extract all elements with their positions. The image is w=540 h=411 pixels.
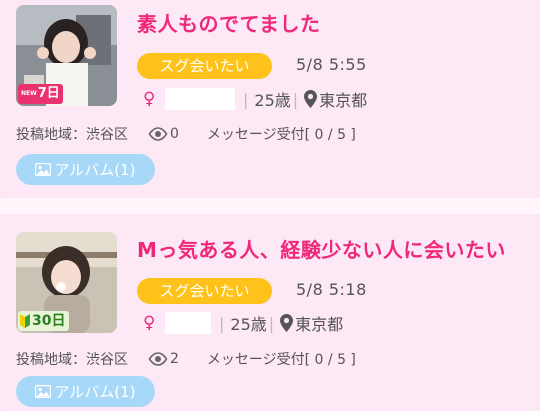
location: 東京都 [295,315,344,334]
profile-info: ♀ | 25歳 | 東京都 [143,311,343,335]
profile-info: ♀ | 25歳 | 東京都 [143,87,367,111]
female-icon: ♀ [143,313,156,333]
profile-thumbnail[interactable]: 30日 [16,232,117,333]
message-slots: メッセージ受付[ 0 / 5 ] [206,352,356,368]
new-days-badge: NEW 7日 [18,84,63,104]
age: 25歳 [254,91,291,110]
days-badge: 30日 [18,311,70,331]
post-meta: 投稿地域：渋谷区 2 メッセージ受付[ 0 / 5 ] [16,349,356,369]
status-badge: スグ会いたい [137,53,272,79]
age: 25歳 [230,315,267,334]
eye-icon [148,352,168,366]
days-label: 7日 [37,86,60,101]
post-title[interactable]: Mっ気ある人、経験少ない人に会いたい [137,234,506,263]
location-pin-icon [280,314,294,332]
divider: | [292,89,299,109]
post-list: NEW 7日 素人ものでてました スグ会いたい 5/8 5:55 ♀ | 25歳… [0,0,540,411]
beginner-mark-icon [20,314,30,328]
eye-icon [148,127,168,141]
female-icon: ♀ [143,89,156,109]
post-card[interactable]: NEW 7日 素人ものでてました スグ会いたい 5/8 5:55 ♀ | 25歳… [0,0,540,198]
view-count: 2 [170,351,179,367]
message-slots: メッセージ受付[ 0 / 5 ] [206,127,356,143]
new-tag: NEW [21,90,37,97]
post-title[interactable]: 素人ものでてました [137,8,321,37]
album-label: アルバム(1) [54,383,136,401]
card-separator [0,198,540,214]
nickname-redacted [165,88,235,110]
location-pin-icon [304,90,318,108]
post-area: 投稿地域：渋谷区 [16,352,128,368]
image-icon [35,163,52,176]
post-time: 5/8 5:55 [296,55,367,74]
post-area: 投稿地域：渋谷区 [16,127,128,143]
divider: | [268,313,275,333]
post-time: 5/8 5:18 [296,280,367,299]
album-label: アルバム(1) [54,161,136,179]
post-card[interactable]: 30日 Mっ気ある人、経験少ない人に会いたい スグ会いたい 5/8 5:18 ♀… [0,214,540,411]
status-badge: スグ会いたい [137,278,272,304]
view-count: 0 [170,126,179,142]
album-button[interactable]: アルバム(1) [16,376,155,407]
post-meta: 投稿地域：渋谷区 0 メッセージ受付[ 0 / 5 ] [16,124,356,144]
days-label: 30日 [32,313,66,329]
image-icon [35,385,52,398]
profile-thumbnail[interactable]: NEW 7日 [16,5,117,106]
divider: | [219,313,225,333]
album-button[interactable]: アルバム(1) [16,154,155,185]
nickname-redacted [165,312,211,334]
location: 東京都 [319,91,368,110]
divider: | [243,89,249,109]
